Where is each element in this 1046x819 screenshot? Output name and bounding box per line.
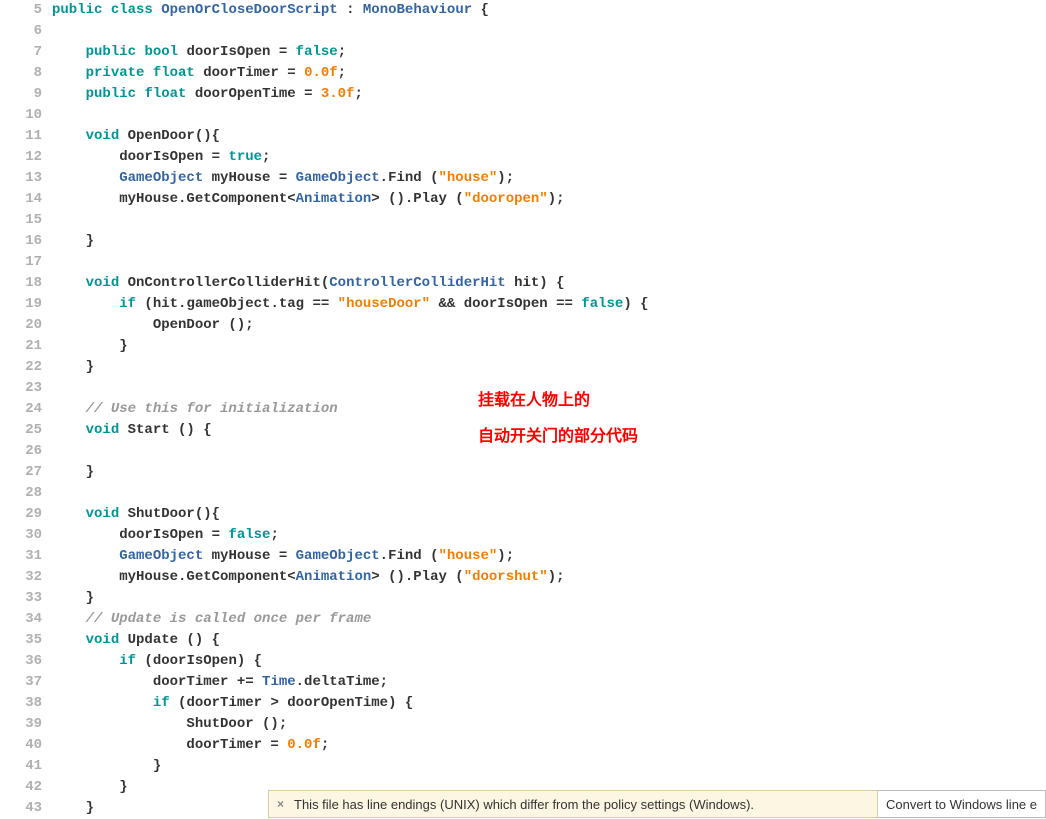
annotation-overlay: 挂载在人物上的 自动开关门的部分代码 xyxy=(478,390,638,463)
line-number: 26 xyxy=(0,441,42,462)
line-number: 13 xyxy=(0,168,42,189)
code-line[interactable] xyxy=(52,21,649,42)
code-line[interactable]: // Update is called once per frame xyxy=(52,609,649,630)
line-number: 12 xyxy=(0,147,42,168)
line-number: 19 xyxy=(0,294,42,315)
line-number: 32 xyxy=(0,567,42,588)
status-message-panel: × This file has line endings (UNIX) whic… xyxy=(268,790,878,818)
line-number: 28 xyxy=(0,483,42,504)
line-number: 39 xyxy=(0,714,42,735)
line-number: 20 xyxy=(0,315,42,336)
code-line[interactable]: if (doorTimer > doorOpenTime) { xyxy=(52,693,649,714)
line-number: 22 xyxy=(0,357,42,378)
line-number: 21 xyxy=(0,336,42,357)
code-line[interactable]: if (hit.gameObject.tag == "houseDoor" &&… xyxy=(52,294,649,315)
line-number: 15 xyxy=(0,210,42,231)
line-number: 30 xyxy=(0,525,42,546)
code-line[interactable] xyxy=(52,105,649,126)
code-line[interactable]: } xyxy=(52,357,649,378)
code-line[interactable] xyxy=(52,252,649,273)
code-line[interactable]: void OnControllerColliderHit(ControllerC… xyxy=(52,273,649,294)
line-number: 29 xyxy=(0,504,42,525)
line-number: 24 xyxy=(0,399,42,420)
line-number: 14 xyxy=(0,189,42,210)
code-line[interactable]: } xyxy=(52,336,649,357)
line-number: 34 xyxy=(0,609,42,630)
line-number: 6 xyxy=(0,21,42,42)
annotation-line-1: 挂载在人物上的 xyxy=(478,390,638,412)
code-line[interactable]: myHouse.GetComponent<Animation> ().Play … xyxy=(52,189,649,210)
line-number: 17 xyxy=(0,252,42,273)
line-number: 41 xyxy=(0,756,42,777)
line-number: 10 xyxy=(0,105,42,126)
code-line[interactable]: doorIsOpen = false; xyxy=(52,525,649,546)
line-number: 16 xyxy=(0,231,42,252)
line-number-gutter: 5678910111213141516171819202122232425262… xyxy=(0,0,52,819)
line-number: 40 xyxy=(0,735,42,756)
line-number: 35 xyxy=(0,630,42,651)
annotation-line-2: 自动开关门的部分代码 xyxy=(478,426,638,448)
line-number: 11 xyxy=(0,126,42,147)
code-line[interactable]: void ShutDoor(){ xyxy=(52,504,649,525)
line-number: 42 xyxy=(0,777,42,798)
code-line[interactable]: ShutDoor (); xyxy=(52,714,649,735)
code-line[interactable]: void Update () { xyxy=(52,630,649,651)
line-number: 43 xyxy=(0,798,42,819)
line-number: 27 xyxy=(0,462,42,483)
line-number: 33 xyxy=(0,588,42,609)
line-number: 25 xyxy=(0,420,42,441)
code-line[interactable]: doorTimer += Time.deltaTime; xyxy=(52,672,649,693)
line-number: 37 xyxy=(0,672,42,693)
status-message-text: This file has line endings (UNIX) which … xyxy=(294,797,754,812)
code-line[interactable]: } xyxy=(52,462,649,483)
code-line[interactable]: public bool doorIsOpen = false; xyxy=(52,42,649,63)
code-line[interactable]: void OpenDoor(){ xyxy=(52,126,649,147)
code-line[interactable]: } xyxy=(52,756,649,777)
code-line[interactable]: GameObject myHouse = GameObject.Find ("h… xyxy=(52,546,649,567)
line-number: 31 xyxy=(0,546,42,567)
line-number: 7 xyxy=(0,42,42,63)
code-line[interactable]: myHouse.GetComponent<Animation> ().Play … xyxy=(52,567,649,588)
line-number: 8 xyxy=(0,63,42,84)
code-line[interactable] xyxy=(52,210,649,231)
line-number: 18 xyxy=(0,273,42,294)
line-number: 38 xyxy=(0,693,42,714)
code-line[interactable]: OpenDoor (); xyxy=(52,315,649,336)
code-line[interactable] xyxy=(52,483,649,504)
code-line[interactable]: GameObject myHouse = GameObject.Find ("h… xyxy=(52,168,649,189)
line-number: 5 xyxy=(0,0,42,21)
code-line[interactable]: if (doorIsOpen) { xyxy=(52,651,649,672)
code-line[interactable]: doorTimer = 0.0f; xyxy=(52,735,649,756)
code-line[interactable]: public class OpenOrCloseDoorScript : Mon… xyxy=(52,0,649,21)
close-icon[interactable]: × xyxy=(277,797,284,811)
code-line[interactable]: doorIsOpen = true; xyxy=(52,147,649,168)
line-number: 36 xyxy=(0,651,42,672)
code-line[interactable]: } xyxy=(52,231,649,252)
code-line[interactable]: public float doorOpenTime = 3.0f; xyxy=(52,84,649,105)
convert-button-label: Convert to Windows line e xyxy=(886,797,1037,812)
line-number: 9 xyxy=(0,84,42,105)
line-number: 23 xyxy=(0,378,42,399)
status-bar: × This file has line endings (UNIX) whic… xyxy=(268,790,1046,818)
code-line[interactable]: } xyxy=(52,588,649,609)
code-line[interactable]: private float doorTimer = 0.0f; xyxy=(52,63,649,84)
convert-line-endings-button[interactable]: Convert to Windows line e xyxy=(878,790,1046,818)
